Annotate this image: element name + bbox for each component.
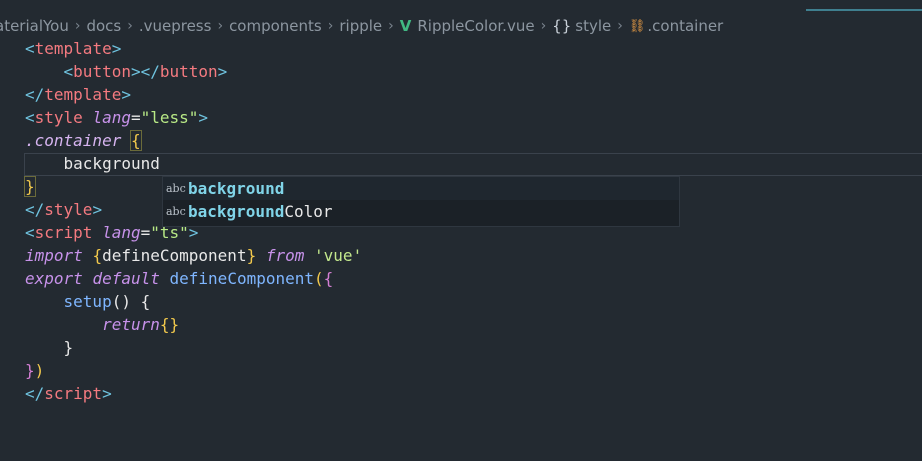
- code-line-15: }): [25, 361, 45, 380]
- breadcrumb-item-symbol[interactable]: .container: [647, 17, 723, 35]
- panel-tab-indicator: [806, 9, 922, 11]
- suggestion-item[interactable]: abc background Color: [163, 200, 679, 223]
- suggestion-rest: Color: [284, 202, 333, 221]
- chevron-right-icon: ›: [127, 18, 133, 34]
- vue-file-icon: V: [399, 17, 412, 35]
- chevron-right-icon: ›: [327, 18, 334, 34]
- code-line-16: </script>: [25, 384, 112, 403]
- breadcrumb-item-ripple[interactable]: ripple: [339, 17, 382, 35]
- code-line-6: background: [63, 154, 160, 173]
- breadcrumb-item-style[interactable]: style: [575, 17, 611, 35]
- text-word-icon: abc: [166, 182, 186, 195]
- chevron-right-icon: ›: [217, 18, 224, 34]
- suggestion-match: background: [188, 202, 285, 221]
- autocomplete-popup: abc background abc background Color: [162, 176, 680, 227]
- chevron-right-icon: ›: [74, 18, 81, 34]
- breadcrumb-item-project[interactable]: aterialYou: [0, 17, 69, 35]
- code-line-11: export default defineComponent({: [25, 269, 334, 288]
- code-line-10: import {defineComponent} from 'vue': [25, 246, 363, 265]
- braces-icon: {}: [552, 17, 572, 35]
- suggestion-item[interactable]: abc background: [163, 177, 679, 200]
- breadcrumb-item-file[interactable]: RippleColor.vue: [417, 17, 534, 35]
- code-line-14: }: [63, 338, 74, 357]
- code-line-12: setup() {: [63, 292, 151, 311]
- suggestion-match: background: [188, 179, 285, 198]
- code-line-13: return{}: [102, 315, 180, 334]
- breadcrumb-item-components[interactable]: components: [229, 17, 322, 35]
- text-word-icon: abc: [166, 205, 186, 218]
- chevron-right-icon: ›: [617, 18, 623, 34]
- code-line-3: </template>: [25, 85, 131, 104]
- code-line-2: <button></button>: [63, 62, 228, 81]
- code-line-5: .container {: [25, 130, 142, 151]
- breadcrumb-item-docs[interactable]: docs: [86, 17, 121, 35]
- breadcrumb: aterialYou › docs › .vuepress › componen…: [0, 13, 922, 39]
- chevron-right-icon: ›: [388, 18, 394, 34]
- breadcrumb-item-vuepress[interactable]: .vuepress: [139, 17, 212, 35]
- css-selector-icon: ⛓: [628, 18, 646, 34]
- code-line-4: <style lang="less">: [25, 108, 209, 127]
- code-line-1: <template>: [25, 39, 122, 58]
- chevron-right-icon: ›: [540, 18, 547, 34]
